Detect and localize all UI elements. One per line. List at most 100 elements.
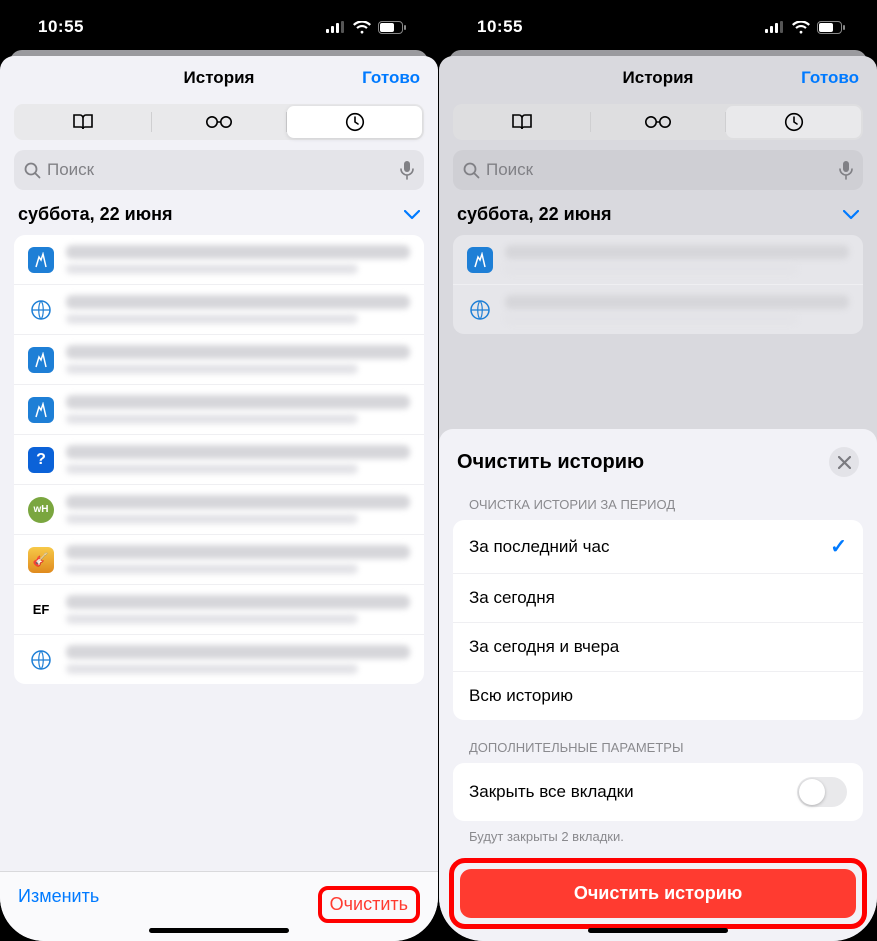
site-icon: [28, 297, 54, 323]
segment-history[interactable]: [726, 106, 861, 138]
action-sheet-header: Очистить историю: [439, 429, 877, 491]
history-sheet: История Готово суббота, 22 июня: [0, 56, 438, 941]
history-row[interactable]: [453, 285, 863, 334]
wifi-icon: [353, 21, 371, 34]
segment-reading-list[interactable]: [152, 106, 287, 138]
search-field[interactable]: [453, 150, 863, 190]
checkmark-icon: ✓: [830, 534, 847, 559]
wifi-icon: [792, 21, 810, 34]
close-tabs-hint: Будут закрыты 2 вкладки.: [439, 821, 877, 858]
view-segmented-control[interactable]: [14, 104, 424, 140]
chevron-down-icon: [404, 210, 420, 220]
date-section-header[interactable]: суббота, 22 июня: [0, 204, 438, 235]
glasses-icon: [205, 115, 233, 129]
done-button[interactable]: Готово: [801, 68, 859, 88]
nav-bar: История Готово: [439, 56, 877, 100]
option-all-history[interactable]: Всю историю: [453, 672, 863, 720]
history-text: [505, 245, 849, 274]
history-text: [66, 445, 410, 474]
history-text: [66, 545, 410, 574]
option-label: За сегодня: [469, 588, 555, 608]
confirm-clear-button[interactable]: Очистить историю: [460, 869, 856, 918]
page-title: История: [623, 68, 694, 88]
cellular-icon: [765, 21, 785, 33]
site-icon: ?: [28, 447, 54, 473]
option-today[interactable]: За сегодня: [453, 574, 863, 623]
history-row[interactable]: [14, 285, 424, 335]
status-bar: 10:55: [439, 0, 877, 54]
nav-bar: История Готово: [0, 56, 438, 100]
close-tabs-toggle[interactable]: [797, 777, 847, 807]
history-row[interactable]: wH: [14, 485, 424, 535]
segment-history[interactable]: [287, 106, 422, 138]
history-text: [66, 595, 410, 624]
site-icon: 🎸: [28, 547, 54, 573]
book-icon: [72, 113, 94, 131]
phone-screenshot-right: 10:55 История Готово: [439, 0, 877, 941]
mic-icon[interactable]: [400, 160, 414, 180]
history-text: [66, 395, 410, 424]
clock-icon: [345, 112, 365, 132]
edit-button[interactable]: Изменить: [18, 886, 99, 907]
search-input[interactable]: [47, 160, 394, 180]
additional-options-list: Закрыть все вкладки: [453, 763, 863, 821]
section-label-additional: ДОПОЛНИТЕЛЬНЫЕ ПАРАМЕТРЫ: [439, 720, 877, 763]
section-label-timeframe: ОЧИСТКА ИСТОРИИ ЗА ПЕРИОД: [439, 491, 877, 520]
status-icons: [765, 21, 845, 34]
segment-bookmarks[interactable]: [455, 106, 590, 138]
history-row[interactable]: [14, 385, 424, 435]
home-indicator: [149, 928, 289, 933]
segment-bookmarks[interactable]: [16, 106, 151, 138]
date-label: суббота, 22 июня: [18, 204, 172, 225]
clock-icon: [784, 112, 804, 132]
history-row[interactable]: 🎸: [14, 535, 424, 585]
done-button[interactable]: Готово: [362, 68, 420, 88]
option-today-yesterday[interactable]: За сегодня и вчера: [453, 623, 863, 672]
history-list: [453, 235, 863, 334]
search-icon: [24, 162, 41, 179]
home-indicator: [588, 928, 728, 933]
close-button[interactable]: [829, 447, 859, 477]
history-text: [505, 295, 849, 324]
history-text: [66, 295, 410, 324]
history-row[interactable]: [14, 235, 424, 285]
date-section-header[interactable]: суббота, 22 июня: [439, 204, 877, 235]
search-field[interactable]: [14, 150, 424, 190]
close-icon: [838, 456, 851, 469]
clear-button-highlight: Очистить: [318, 886, 420, 923]
history-row[interactable]: [453, 235, 863, 285]
option-label: Всю историю: [469, 686, 573, 706]
status-bar: 10:55: [0, 0, 438, 54]
option-label: За последний час: [469, 537, 609, 557]
history-row[interactable]: [14, 335, 424, 385]
cellular-icon: [326, 21, 346, 33]
close-tabs-label: Закрыть все вкладки: [469, 782, 634, 802]
history-text: [66, 645, 410, 674]
segment-reading-list[interactable]: [591, 106, 726, 138]
history-sheet: История Готово суббота, 22 июня: [439, 56, 877, 941]
history-row[interactable]: [14, 635, 424, 684]
status-icons: [326, 21, 406, 34]
page-title: История: [184, 68, 255, 88]
site-icon: [28, 647, 54, 673]
confirm-button-highlight: Очистить историю: [449, 858, 867, 929]
close-all-tabs-row[interactable]: Закрыть все вкладки: [453, 763, 863, 821]
action-sheet-title: Очистить историю: [457, 451, 644, 474]
date-label: суббота, 22 июня: [457, 204, 611, 225]
option-last-hour[interactable]: За последний час ✓: [453, 520, 863, 574]
chevron-down-icon: [843, 210, 859, 220]
site-icon: [28, 247, 54, 273]
status-time: 10:55: [38, 17, 84, 37]
site-icon: [467, 247, 493, 273]
view-segmented-control[interactable]: [453, 104, 863, 140]
history-row[interactable]: EF: [14, 585, 424, 635]
search-input[interactable]: [486, 160, 833, 180]
site-icon: [28, 397, 54, 423]
timeframe-options-list: За последний час ✓ За сегодня За сегодня…: [453, 520, 863, 720]
mic-icon[interactable]: [839, 160, 853, 180]
glasses-icon: [644, 115, 672, 129]
history-text: [66, 345, 410, 374]
status-time: 10:55: [477, 17, 523, 37]
clear-button[interactable]: Очистить: [330, 894, 408, 915]
history-row[interactable]: ?: [14, 435, 424, 485]
